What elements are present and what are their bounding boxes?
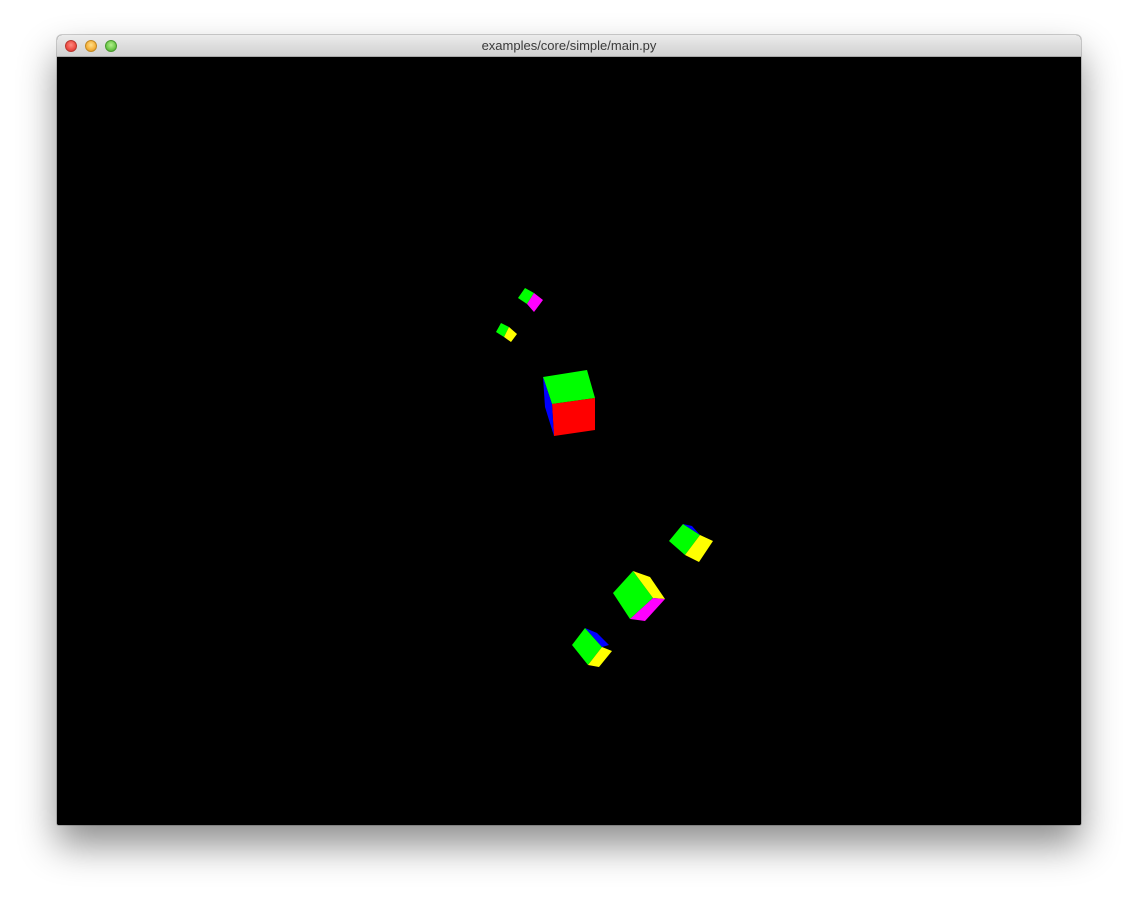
cube-5 — [613, 571, 665, 621]
cube-1 — [518, 288, 543, 312]
scene-svg — [496, 288, 713, 667]
app-window: examples/core/simple/main.py — [57, 35, 1081, 825]
cube-2 — [496, 323, 517, 342]
cube-4 — [669, 524, 713, 562]
render-canvas[interactable] — [57, 57, 1081, 825]
window-title: examples/core/simple/main.py — [481, 38, 657, 53]
title-bar[interactable]: examples/core/simple/main.py — [57, 35, 1081, 57]
cube-3 — [543, 370, 595, 436]
cube-3-face-red — [552, 398, 595, 436]
cube-3-face-green — [543, 370, 595, 404]
cube-6 — [572, 628, 612, 667]
